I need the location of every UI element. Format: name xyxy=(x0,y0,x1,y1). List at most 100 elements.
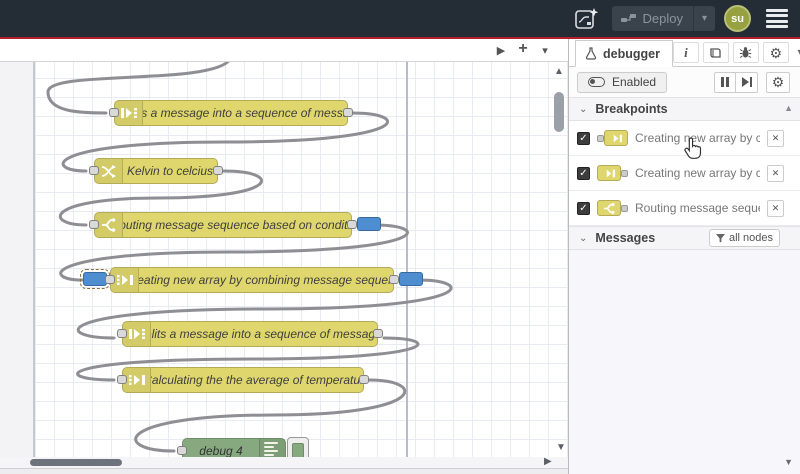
input-port[interactable] xyxy=(177,446,187,455)
node-switch-1[interactable]: Routing message sequence based on condit… xyxy=(89,212,381,238)
messages-empty-body xyxy=(569,250,800,474)
remove-breakpoint-button[interactable]: ✕ xyxy=(767,199,784,217)
node-label: Calculating the the average of temperatu… xyxy=(151,373,363,387)
breakpoint-label: Routing message sequence based on condit… xyxy=(635,201,760,215)
chevron-down-icon: ▾ xyxy=(701,13,708,24)
pause-button[interactable] xyxy=(714,71,736,93)
mini-port xyxy=(621,169,628,177)
node-label: Splits a message into a sequence of mess… xyxy=(143,106,347,120)
output-port[interactable] xyxy=(359,375,369,384)
deploy-options-caret[interactable]: ▾ xyxy=(693,6,715,31)
remove-breakpoint-button[interactable]: ✕ xyxy=(767,164,784,182)
breakpoint-marker-output[interactable] xyxy=(357,217,381,231)
input-port[interactable] xyxy=(89,166,99,175)
node-label: Kelvin to celcius xyxy=(126,164,214,178)
debugger-toolbar: Enabled ⚙ xyxy=(569,67,800,97)
node-join-1[interactable]: Creating new array by combining message … xyxy=(80,267,423,293)
config-nodes-tab-button[interactable]: ⚙ xyxy=(762,42,789,63)
breakpoint-checkbox-checked[interactable]: ✓ xyxy=(577,201,590,215)
debug-enable-toggle[interactable] xyxy=(287,437,309,457)
canvas-vertical-scrollbar[interactable] xyxy=(554,92,564,132)
flow-list-button[interactable]: ▾ xyxy=(536,44,554,57)
node-red-app: Deploy ▾ su ▶ + ▾ a message into a seque… xyxy=(0,0,800,474)
breakpoint-checkbox-checked[interactable]: ✓ xyxy=(577,131,590,145)
mini-node-join-input xyxy=(597,130,628,146)
remove-breakpoint-button[interactable]: ✕ xyxy=(767,129,784,147)
debug-icon xyxy=(259,439,285,457)
node-split-1[interactable]: Splits a message into a sequence of mess… xyxy=(109,100,353,126)
debugger-enabled-toggle[interactable]: Enabled xyxy=(577,71,668,93)
info-icon: i xyxy=(684,44,688,60)
join-icon xyxy=(597,165,621,181)
input-port[interactable] xyxy=(105,275,115,284)
flow-canvas[interactable]: Splits a message into a sequence of mess… xyxy=(0,62,568,457)
canvas-scroll-right-arrow[interactable]: ▶ xyxy=(544,456,552,467)
debugger-settings-button[interactable]: ⚙ xyxy=(766,71,790,93)
mini-port xyxy=(621,204,628,212)
switch-icon xyxy=(95,213,123,237)
sidebar-scroll-down-arrow[interactable]: ▼ xyxy=(784,457,793,467)
toggle-icon xyxy=(588,77,605,87)
join-icon xyxy=(604,130,628,146)
output-port[interactable] xyxy=(213,166,223,175)
step-next-button[interactable] xyxy=(736,71,758,93)
info-tab-button[interactable]: i xyxy=(672,42,699,63)
input-port[interactable] xyxy=(109,108,119,117)
output-port[interactable] xyxy=(343,108,353,117)
node-change-1[interactable]: Kelvin to celcius xyxy=(89,158,223,184)
tab-debugger-label: debugger xyxy=(603,46,660,61)
gear-icon: ⚙ xyxy=(771,74,785,90)
pause-icon xyxy=(721,77,724,87)
canvas-scroll-down-arrow[interactable]: ▼ xyxy=(556,442,566,453)
mini-node-switch-output xyxy=(597,200,628,216)
input-port[interactable] xyxy=(117,329,127,338)
change-icon xyxy=(95,159,123,183)
deploy-button[interactable]: Deploy ▾ xyxy=(611,6,715,31)
split-icon xyxy=(115,101,143,125)
debugger-flask-icon xyxy=(585,47,597,60)
input-port[interactable] xyxy=(89,220,99,229)
tab-debugger[interactable]: debugger xyxy=(575,40,673,67)
help-tab-button[interactable] xyxy=(702,42,729,63)
split-icon xyxy=(123,322,151,346)
join-icon xyxy=(123,368,151,392)
output-port[interactable] xyxy=(347,220,357,229)
breakpoint-checkbox-checked[interactable]: ✓ xyxy=(577,166,590,180)
node-debug-4[interactable]: debug 4 xyxy=(177,437,309,457)
add-flow-button[interactable]: + xyxy=(514,40,532,58)
avatar-initials: su xyxy=(731,12,744,25)
output-port[interactable] xyxy=(389,275,399,284)
canvas-scroll-up-arrow[interactable]: ▲ xyxy=(554,66,564,77)
breakpoints-section-header[interactable]: ⌄ Breakpoints xyxy=(569,97,800,121)
messages-section-header[interactable]: ⌄ Messages all nodes xyxy=(569,226,800,250)
output-port[interactable] xyxy=(373,329,383,338)
breakpoint-marker-input-selected[interactable] xyxy=(80,269,110,289)
breakpoint-marker-output[interactable] xyxy=(399,272,423,286)
mouse-cursor-pointer xyxy=(683,136,705,165)
node-label: debug 4 xyxy=(199,444,243,457)
tab-scroll-right-button[interactable]: ▶ xyxy=(492,44,510,57)
switch-icon xyxy=(597,200,621,216)
message-filter-button[interactable]: all nodes xyxy=(708,229,780,247)
join-icon xyxy=(111,268,139,292)
flow-sparkle-icon xyxy=(574,7,598,29)
canvas-horizontal-scrollbar[interactable] xyxy=(30,459,122,466)
node-split-2[interactable]: Splits a message into a sequence of mess… xyxy=(117,321,383,347)
collapse-icon: ⌄ xyxy=(579,103,588,115)
collapse-icon: ⌄ xyxy=(579,232,588,244)
debug-messages-tab-button[interactable] xyxy=(732,42,759,63)
sidebar-scroll-up-arrow[interactable]: ▲ xyxy=(784,103,793,113)
bug-icon xyxy=(740,47,752,58)
node-join-2[interactable]: Calculating the the average of temperatu… xyxy=(117,367,369,393)
breakpoint-row[interactable]: ✓ Routing message sequence based on cond… xyxy=(569,191,800,226)
node-label: Creating new array by combining message … xyxy=(139,273,393,287)
flow-assistant-button[interactable] xyxy=(569,5,603,33)
filter-label: all nodes xyxy=(728,232,773,244)
main-menu-button[interactable] xyxy=(766,8,788,29)
sidebar-tabs-more-button[interactable]: ▾ xyxy=(793,47,800,58)
mini-node-join-output xyxy=(597,165,628,181)
input-port[interactable] xyxy=(117,375,127,384)
deploy-icon xyxy=(620,14,636,22)
user-avatar[interactable]: su xyxy=(724,5,751,32)
step-icon xyxy=(741,77,749,87)
